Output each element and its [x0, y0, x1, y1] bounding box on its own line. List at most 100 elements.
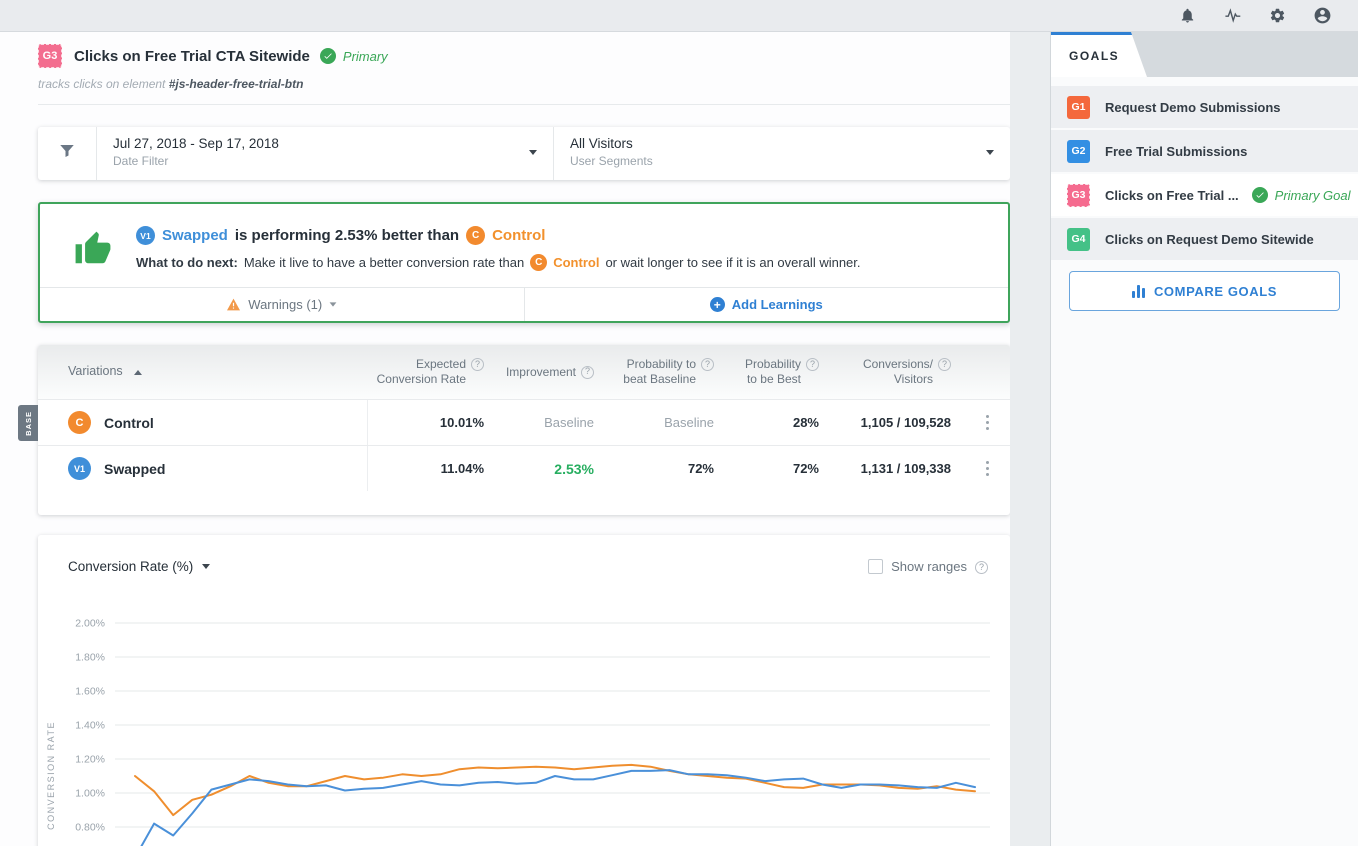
control-badge: C [530, 254, 547, 271]
table-row-swapped[interactable]: V1 Swapped 11.04% 2.53% 72% 72% 1,131 / … [38, 445, 1010, 491]
goals-sidebar: GOALS G1 Request Demo Submissions G2 Fre… [1050, 32, 1358, 846]
funnel-icon [58, 142, 76, 165]
chevron-down-icon [986, 150, 994, 155]
column-variations[interactable]: Variations [38, 364, 368, 380]
variation-name: Swapped [162, 227, 228, 244]
control-badge: C [466, 226, 485, 245]
warning-icon [226, 298, 241, 311]
header-divider [38, 104, 1010, 105]
sort-ascending-icon [134, 370, 142, 375]
sidebar-item-goal-g1[interactable]: G1 Request Demo Submissions [1051, 86, 1358, 128]
chevron-down-icon [330, 302, 337, 306]
user-avatar-icon[interactable] [1313, 6, 1332, 25]
expected-conversion-rate-value: 10.01% [368, 415, 498, 430]
metric-dropdown[interactable]: Conversion Rate (%) [68, 559, 210, 574]
chart-card: Conversion Rate (%) Show ranges ? CONVER… [38, 535, 1010, 846]
probability-to-be-best-value: 72% [728, 461, 833, 476]
metric-label: Conversion Rate (%) [68, 559, 193, 574]
svg-text:1.60%: 1.60% [75, 686, 105, 698]
bell-icon[interactable] [1179, 7, 1196, 24]
add-learnings-label: Add Learnings [732, 297, 823, 312]
goal-label: Clicks on Request Demo Sitewide [1105, 232, 1314, 247]
help-icon[interactable]: ? [938, 358, 951, 371]
row-menu-button[interactable] [986, 415, 990, 431]
next-step-label: What to do next: [136, 255, 238, 270]
tracking-selector: #js-header-free-trial-btn [169, 77, 304, 91]
bar-chart-icon [1132, 285, 1145, 298]
svg-text:0.80%: 0.80% [75, 822, 105, 834]
primary-check-icon [320, 48, 336, 64]
show-ranges-checkbox[interactable] [868, 559, 883, 574]
compare-goals-button[interactable]: COMPARE GOALS [1069, 271, 1340, 311]
top-bar [0, 0, 1358, 32]
conversion-rate-chart: 2.00%1.80%1.60%1.40%1.20%1.00%0.80% [38, 535, 1010, 846]
primary-check-icon [1252, 187, 1268, 203]
segments-dropdown[interactable]: All Visitors User Segments [554, 127, 1010, 180]
next-step-text-1: Make it live to have a better conversion… [244, 255, 524, 270]
chevron-down-icon [202, 564, 210, 569]
probability-beat-baseline-value: Baseline [608, 415, 728, 430]
variation-name: Control [104, 415, 154, 431]
control-badge: C [68, 411, 91, 434]
insight-headline: V1 Swapped is performing 2.53% better th… [136, 226, 988, 245]
tracking-description: tracks clicks on element [38, 77, 165, 91]
warnings-toggle[interactable]: Warnings (1) [40, 288, 524, 321]
column-expected-conversion-rate: Expected Conversion Rate? [368, 357, 498, 387]
help-icon[interactable]: ? [581, 366, 594, 379]
primary-label: Primary [343, 49, 388, 64]
control-name: Control [492, 227, 545, 244]
tab-goals[interactable]: GOALS [1051, 32, 1147, 77]
goal-badge: G2 [1067, 140, 1090, 163]
probability-to-be-best-value: 28% [728, 415, 833, 430]
sidebar-item-goal-g4[interactable]: G4 Clicks on Request Demo Sitewide [1051, 218, 1358, 260]
primary-goal-label: Primary Goal [1275, 188, 1351, 203]
page-title: Clicks on Free Trial CTA Sitewide [74, 48, 310, 65]
table-header-row: Variations Expected Conversion Rate? Imp… [38, 345, 1010, 399]
variation-name: Swapped [104, 461, 165, 477]
plus-icon: + [710, 297, 725, 312]
sidebar-item-goal-g3[interactable]: G3 Clicks on Free Trial ... Primary Goal [1051, 174, 1358, 216]
date-filter-label: Date Filter [113, 154, 537, 168]
segments-label: User Segments [570, 154, 994, 168]
expected-conversion-rate-value: 11.04% [368, 461, 498, 476]
variation-badge: V1 [136, 226, 155, 245]
insight-card: V1 Swapped is performing 2.53% better th… [38, 202, 1010, 323]
experiment-report-page: G3 Clicks on Free Trial CTA Sitewide Pri… [0, 0, 1358, 846]
column-improvement: Improvement? [498, 365, 608, 380]
column-conversions-visitors: Conversions/ Visitors? [833, 357, 965, 387]
row-menu-button[interactable] [986, 461, 990, 477]
table-row-control[interactable]: BASE C Control 10.01% Baseline Baseline … [38, 399, 1010, 445]
content-gutter [1010, 32, 1050, 846]
goal-badge: G4 [1067, 228, 1090, 251]
warnings-label: Warnings (1) [248, 297, 322, 312]
help-icon[interactable]: ? [806, 358, 819, 371]
add-learnings-button[interactable]: + Add Learnings [524, 288, 1009, 321]
goal-badge: G3 [1067, 184, 1090, 207]
help-icon[interactable]: ? [701, 358, 714, 371]
svg-text:1.00%: 1.00% [75, 788, 105, 800]
filter-funnel-button[interactable] [38, 127, 97, 180]
date-filter-value: Jul 27, 2018 - Sep 17, 2018 [113, 136, 537, 151]
sidebar-item-goal-g2[interactable]: G2 Free Trial Submissions [1051, 130, 1358, 172]
goal-header: G3 Clicks on Free Trial CTA Sitewide Pri… [38, 44, 1010, 91]
help-icon[interactable]: ? [975, 561, 988, 574]
activity-icon[interactable] [1223, 7, 1242, 24]
filter-bar: Jul 27, 2018 - Sep 17, 2018 Date Filter … [38, 127, 1010, 180]
goal-badge: G3 [38, 44, 62, 68]
goal-badge: G1 [1067, 96, 1090, 119]
show-ranges-label: Show ranges [891, 559, 967, 574]
next-step-text-2: or wait longer to see if it is an overal… [605, 255, 860, 270]
conversions-visitors-value: 1,131 / 109,338 [833, 461, 965, 476]
svg-text:1.20%: 1.20% [75, 754, 105, 766]
sidebar-header: GOALS [1051, 32, 1358, 77]
goal-label: Free Trial Submissions [1105, 144, 1247, 159]
date-filter-dropdown[interactable]: Jul 27, 2018 - Sep 17, 2018 Date Filter [97, 127, 554, 180]
base-variation-tag: BASE [18, 405, 38, 441]
svg-text:1.40%: 1.40% [75, 720, 105, 732]
help-icon[interactable]: ? [471, 358, 484, 371]
variation-badge: V1 [68, 457, 91, 480]
thumbs-up-icon [74, 226, 136, 273]
gear-icon[interactable] [1269, 7, 1286, 24]
svg-text:1.80%: 1.80% [75, 652, 105, 664]
probability-beat-baseline-value: 72% [608, 461, 728, 476]
